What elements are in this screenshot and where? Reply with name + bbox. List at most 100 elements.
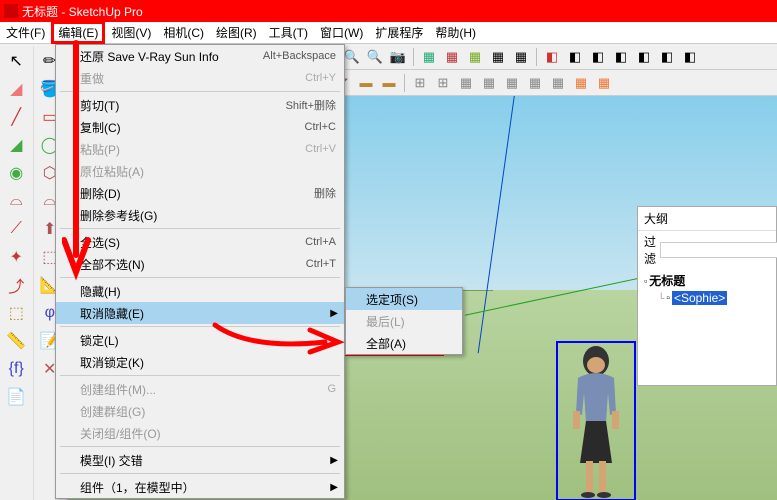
style7-icon[interactable]: ◧ <box>680 47 700 67</box>
submenu-arrow-icon: ▶ <box>330 455 338 466</box>
rotate-icon[interactable]: ⤴ <box>2 272 30 298</box>
menu-intersect[interactable]: 模型(I) 交错▶ <box>56 449 344 471</box>
grid9-icon[interactable]: ▦ <box>594 73 614 93</box>
box2-icon[interactable]: ▬ <box>379 73 399 93</box>
circle-icon[interactable]: ◉ <box>2 160 30 186</box>
menu-hide[interactable]: 隐藏(H) <box>56 280 344 302</box>
menu-view[interactable]: 视图(V) <box>105 22 157 43</box>
outliner-tree: ▫ 无标题 └ ▫ <Sophie> <box>638 269 776 308</box>
tree-item[interactable]: └ ▫ <Sophie> <box>644 290 770 306</box>
view4-icon[interactable]: ▦ <box>488 47 508 67</box>
curve-icon[interactable]: ⌓ <box>2 188 30 214</box>
style4-icon[interactable]: ◧ <box>611 47 631 67</box>
scale-icon[interactable]: ⬚ <box>2 300 30 326</box>
figure-selection-box[interactable] <box>556 341 636 500</box>
menu-redo[interactable]: 重做Ctrl+Y <box>56 67 344 89</box>
submenu-arrow-icon: ▶ <box>330 482 338 493</box>
menu-help[interactable]: 帮助(H) <box>429 22 482 43</box>
menu-cut[interactable]: 剪切(T)Shift+删除 <box>56 94 344 116</box>
grid3-icon[interactable]: ▦ <box>456 73 476 93</box>
menu-component-inmodel[interactable]: 组件（1，在模型中）▶ <box>56 476 344 498</box>
text-icon[interactable]: 📄 <box>2 384 30 410</box>
grid7-icon[interactable]: ▦ <box>548 73 568 93</box>
menu-selectall[interactable]: 全选(S)Ctrl+A <box>56 231 344 253</box>
menubar: 文件(F) 编辑(E) 视图(V) 相机(C) 绘图(R) 工具(T) 窗口(W… <box>0 22 777 44</box>
tree-root[interactable]: ▫ 无标题 <box>644 271 770 290</box>
style1-icon[interactable]: ◧ <box>542 47 562 67</box>
line-icon[interactable]: ╱ <box>2 104 30 130</box>
app-title: 无标题 - SketchUp Pro <box>22 3 143 20</box>
menu-lock[interactable]: 锁定(L) <box>56 329 344 351</box>
menu-undo[interactable]: 还原 Save V-Ray Sun InfoAlt+Backspace <box>56 45 344 67</box>
unhide-submenu: 选定项(S) 最后(L) 全部(A) <box>345 287 463 355</box>
separator <box>404 74 405 92</box>
tree-dash-icon: └ <box>658 293 664 303</box>
menu-closegroup[interactable]: 关闭组/组件(O) <box>56 422 344 444</box>
menu-delete[interactable]: 删除(D)删除 <box>56 182 344 204</box>
outliner-filter-label: 过滤 <box>644 233 656 267</box>
grid1-icon[interactable]: ⊞ <box>410 73 430 93</box>
menu-unlock[interactable]: 取消锁定(K) <box>56 351 344 373</box>
eraser-icon[interactable]: ◢ <box>2 76 30 102</box>
move-icon[interactable]: ✦ <box>2 244 30 270</box>
outliner-filter-row: 过滤 ▶ <box>638 231 776 269</box>
axis-green <box>465 277 641 315</box>
grid5-icon[interactable]: ▦ <box>502 73 522 93</box>
separator <box>60 326 340 327</box>
component-icon: ▫ <box>666 293 670 304</box>
menu-paste-inplace[interactable]: 原位粘贴(A) <box>56 160 344 182</box>
menu-copy[interactable]: 复制(C)Ctrl+C <box>56 116 344 138</box>
menu-camera[interactable]: 相机(C) <box>157 22 210 43</box>
zoom2-icon[interactable]: 🔍 <box>342 47 362 67</box>
box1-icon[interactable]: ▬ <box>356 73 376 93</box>
left-toolbar-col1: ↖ ◢ ╱ ◢ ◉ ⌓ ⟋ ✦ ⤴ ⬚ 📏 {f} 📄 <box>0 46 34 500</box>
menu-delete-guides[interactable]: 删除参考线(G) <box>56 204 344 226</box>
app-icon <box>4 4 18 18</box>
tree-root-label: 无标题 <box>649 272 685 289</box>
figure-person-icon <box>558 343 634 499</box>
submenu-selected[interactable]: 选定项(S) <box>346 288 462 310</box>
menu-tools[interactable]: 工具(T) <box>263 22 314 43</box>
menu-window[interactable]: 窗口(W) <box>314 22 369 43</box>
submenu-last[interactable]: 最后(L) <box>346 310 462 332</box>
grid2-icon[interactable]: ⊞ <box>433 73 453 93</box>
menu-extensions[interactable]: 扩展程序 <box>369 22 429 43</box>
offset-icon[interactable]: ⟋ <box>2 216 30 242</box>
separator <box>60 228 340 229</box>
tape-icon[interactable]: 📏 <box>2 328 30 354</box>
style6-icon[interactable]: ◧ <box>657 47 677 67</box>
style5-icon[interactable]: ◧ <box>634 47 654 67</box>
fx-icon[interactable]: {f} <box>2 356 30 382</box>
grid6-icon[interactable]: ▦ <box>525 73 545 93</box>
menu-makegroup[interactable]: 创建群组(G) <box>56 400 344 422</box>
select-icon[interactable]: ↖ <box>2 48 30 74</box>
separator <box>413 48 414 66</box>
view5-icon[interactable]: ▦ <box>511 47 531 67</box>
grid8-icon[interactable]: ▦ <box>571 73 591 93</box>
menu-makecomponent[interactable]: 创建组件(M)...G <box>56 378 344 400</box>
outliner-filter-input[interactable] <box>660 242 777 258</box>
menu-unhide[interactable]: 取消隐藏(E)▶ <box>56 302 344 324</box>
menu-paste[interactable]: 粘贴(P)Ctrl+V <box>56 138 344 160</box>
submenu-all[interactable]: 全部(A) <box>346 332 462 354</box>
camera-icon[interactable]: 📷 <box>388 47 408 67</box>
style2-icon[interactable]: ◧ <box>565 47 585 67</box>
view2-icon[interactable]: ▦ <box>442 47 462 67</box>
arc-icon[interactable]: ◢ <box>2 132 30 158</box>
separator <box>60 375 340 376</box>
menu-file[interactable]: 文件(F) <box>0 22 51 43</box>
style3-icon[interactable]: ◧ <box>588 47 608 67</box>
axis-blue <box>478 96 519 353</box>
separator <box>536 48 537 66</box>
menu-edit[interactable]: 编辑(E) <box>51 21 105 44</box>
tree-expand-icon[interactable]: ▫ <box>644 276 647 286</box>
menu-draw[interactable]: 绘图(R) <box>210 22 263 43</box>
menu-selectnone[interactable]: 全部不选(N)Ctrl+T <box>56 253 344 275</box>
view1-icon[interactable]: ▦ <box>419 47 439 67</box>
grid4-icon[interactable]: ▦ <box>479 73 499 93</box>
view3-icon[interactable]: ▦ <box>465 47 485 67</box>
zoom3-icon[interactable]: 🔍 <box>365 47 385 67</box>
separator <box>60 91 340 92</box>
tree-item-label: <Sophie> <box>672 291 727 305</box>
outliner-title: 大纲 <box>638 207 776 231</box>
